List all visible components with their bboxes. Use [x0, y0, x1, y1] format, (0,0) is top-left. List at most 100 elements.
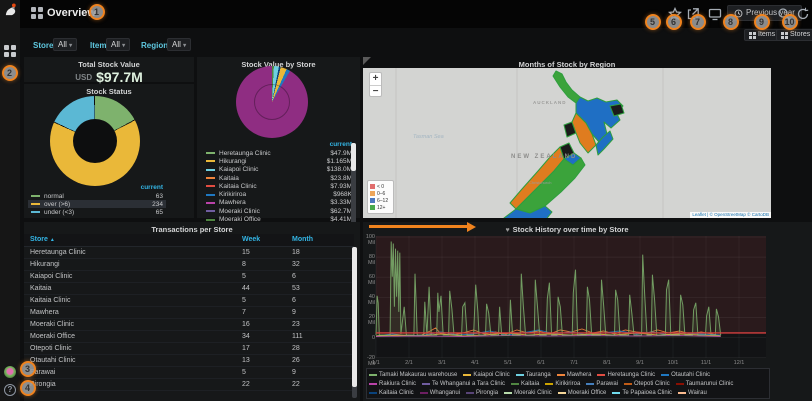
- filter-value: All: [172, 40, 181, 49]
- map-attribution[interactable]: Leaflet | © OpenStreetMap © CartoDB: [690, 212, 771, 218]
- legend-row[interactable]: under (<3) 65: [28, 208, 166, 216]
- legend-row[interactable]: Kaiapoi Clinic $138.0M: [203, 166, 355, 174]
- panel-title[interactable]: Stock Status: [24, 84, 194, 96]
- legend-item[interactable]: Otautahi Clinic: [661, 370, 710, 379]
- table-row[interactable]: Moeraki Clinic 16 23: [24, 318, 354, 330]
- annotation-circle-8[interactable]: 8: [723, 14, 739, 30]
- table-row[interactable]: Otautahi Clinic 13 26: [24, 354, 354, 366]
- legend-row[interactable]: Moeraki Clinic $62.7M: [203, 207, 355, 215]
- legend-item[interactable]: Te Whanganui a Tara Clinic: [422, 379, 505, 388]
- legend-row[interactable]: over (>6) 234: [28, 200, 166, 208]
- table-row[interactable]: Otepoti Clinic 17 28: [24, 342, 354, 354]
- legend-item[interactable]: Hikurangi: [467, 397, 502, 399]
- grafana-logo-icon[interactable]: [4, 3, 17, 16]
- zoom-in-button[interactable]: +: [370, 73, 381, 86]
- column-header-store[interactable]: Store ▲: [24, 234, 236, 246]
- dashboards-grid-icon[interactable]: [4, 45, 17, 58]
- legend-row[interactable]: Kirikiriroa $968K: [203, 190, 355, 198]
- x-tick-label: 12/1: [730, 360, 748, 366]
- stores-button[interactable]: Stores: [776, 29, 812, 41]
- legend-row[interactable]: Hikurangi $1.165M: [203, 157, 355, 165]
- cell-month: 23: [286, 318, 354, 330]
- legend-item[interactable]: Pirongia: [466, 388, 498, 397]
- annotation-circle-5[interactable]: 5: [645, 14, 661, 30]
- cell-month: 22: [286, 378, 354, 390]
- annotation-circle-6[interactable]: 6: [666, 14, 682, 30]
- annotation-circle-3[interactable]: 3: [20, 361, 36, 377]
- help-icon[interactable]: ?: [4, 384, 16, 396]
- legend-label: Moeraki Office: [568, 390, 607, 396]
- legend-row[interactable]: Kaitaia $23.8M: [203, 174, 355, 182]
- map-legend-label: 6–12: [377, 198, 388, 204]
- filter-select-store[interactable]: All ▾: [53, 38, 77, 51]
- table-row[interactable]: Moeraki Office 34 111: [24, 330, 354, 342]
- cell-month: 6: [286, 270, 354, 282]
- table-row[interactable]: Kaitaia Clinic 5 6: [24, 294, 354, 306]
- table-row[interactable]: Pirongia 22 22: [24, 378, 354, 390]
- table-row[interactable]: Mawhera 7 9: [24, 306, 354, 318]
- table-row-clipped: [24, 390, 354, 401]
- panel-title[interactable]: Transactions per Store: [24, 222, 360, 234]
- cell-week: 7: [236, 306, 286, 318]
- legend-row[interactable]: Heretaunga Clinic $47.9M: [203, 149, 355, 157]
- dashboard-grid-icon[interactable]: [31, 7, 43, 19]
- filter-select-region[interactable]: All ▾: [167, 38, 191, 51]
- legend-item[interactable]: Parawai: [586, 379, 618, 388]
- refresh-icon[interactable]: [796, 7, 810, 21]
- panel-transactions-per-store: Transactions per Store Store ▲ Week Mont…: [24, 222, 360, 401]
- legend-item[interactable]: Whangarei: [508, 397, 547, 399]
- legend-item[interactable]: Kaitaia: [511, 379, 539, 388]
- legend-item[interactable]: Wairau: [678, 388, 707, 397]
- tv-display-icon[interactable]: [708, 7, 722, 21]
- legend-item[interactable]: Whanganui: [420, 388, 460, 397]
- region-northland[interactable]: [553, 71, 580, 103]
- legend-row[interactable]: normal 63: [28, 192, 166, 200]
- filter-select-item[interactable]: All ▾: [106, 38, 130, 51]
- annotation-circle-10[interactable]: 10: [782, 14, 798, 30]
- table-row[interactable]: Kaiapoi Clinic 5 6: [24, 270, 354, 282]
- legend-item[interactable]: Taumarunui Clinic: [676, 379, 734, 388]
- annotation-circle-7[interactable]: 7: [690, 14, 706, 30]
- annotation-circle-1[interactable]: 1: [89, 4, 105, 20]
- legend-item[interactable]: Kaiapoi Clinic: [463, 370, 509, 379]
- legend-item[interactable]: Moeraki Office: [558, 388, 607, 397]
- column-header-week[interactable]: Week: [236, 234, 286, 246]
- filter-label-item: Item: [90, 41, 106, 50]
- filter-label-store: Store: [33, 41, 53, 50]
- legend-item[interactable]: Heretaunga Clinic: [597, 370, 655, 379]
- column-header-month[interactable]: Month: [286, 234, 354, 246]
- legend-row[interactable]: Kaitaia Clinic $7.93M: [203, 182, 355, 190]
- annotation-circle-9[interactable]: 9: [754, 14, 770, 30]
- zoom-out-button[interactable]: −: [370, 86, 381, 98]
- legend-item[interactable]: Te Matau: [426, 397, 461, 399]
- user-avatar[interactable]: [4, 366, 16, 378]
- legend-item[interactable]: Mawhera: [557, 370, 592, 379]
- panel-corner-info-icon[interactable]: [363, 57, 371, 65]
- table-row[interactable]: Kaitaia 44 53: [24, 282, 354, 294]
- annotation-circle-2[interactable]: 2: [2, 65, 18, 81]
- legend-item[interactable]: Kaitaia Clinic: [369, 388, 414, 397]
- map-canvas[interactable]: AUCKLAND NEW ZEALAND Tasman Sea Christch…: [363, 68, 771, 218]
- table-row[interactable]: Heretaunga Clinic 15 18: [24, 246, 354, 258]
- panel-title[interactable]: Total Stock Value: [24, 57, 194, 69]
- legend-value: 234: [152, 201, 163, 208]
- legend-item[interactable]: Tamaki Makaurau warehouse: [369, 370, 457, 379]
- legend-item[interactable]: Rakiura Clinic: [369, 379, 416, 388]
- legend-label: Kaitaia: [521, 381, 539, 387]
- legend-row[interactable]: Mawhera $3.33M: [203, 199, 355, 207]
- annotation-circle-4[interactable]: 4: [20, 380, 36, 396]
- legend-item[interactable]: Tauranga: [516, 370, 551, 379]
- table-row[interactable]: Hikurangi 8 32: [24, 258, 354, 270]
- legend-label: Te Whanganui a Tara Clinic: [432, 381, 505, 387]
- legend-item[interactable]: Whakatu Office: [369, 397, 420, 399]
- legend-item[interactable]: Kirikiriroa: [545, 379, 580, 388]
- legend-item[interactable]: Moeraki Clinic: [504, 388, 552, 397]
- legend-swatch: [206, 185, 215, 187]
- annotation-arrow[interactable]: [369, 225, 467, 228]
- legend-item[interactable]: Otepoti Clinic: [624, 379, 670, 388]
- table-row[interactable]: Parawai 5 9: [24, 366, 354, 378]
- cell-week: 5: [236, 294, 286, 306]
- legend-item[interactable]: Te Papaioea Clinic: [612, 388, 672, 397]
- items-button[interactable]: Items: [744, 29, 780, 41]
- table-scrollbar[interactable]: [352, 247, 357, 398]
